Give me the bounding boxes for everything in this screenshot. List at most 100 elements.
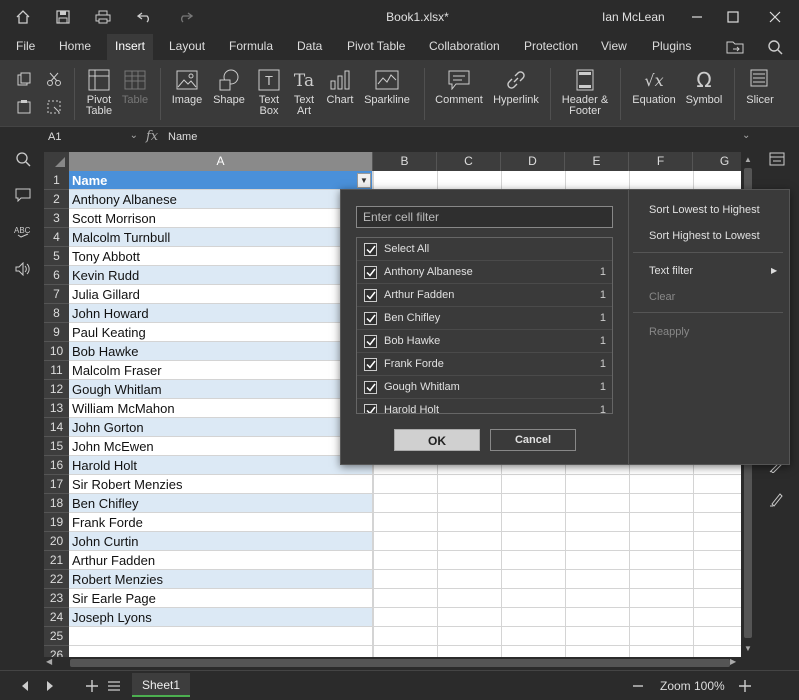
chevron-down-icon[interactable]: ⌄ <box>130 130 138 141</box>
hyperlink-button[interactable]: Hyperlink <box>490 68 542 106</box>
name-box[interactable]: A1 ⌄ <box>44 129 142 147</box>
cell-a[interactable] <box>69 627 373 646</box>
row-header[interactable]: 22 <box>44 570 69 589</box>
row-header[interactable]: 16 <box>44 456 69 475</box>
expand-formula-icon[interactable]: ⌄ <box>742 130 750 141</box>
filter-list-item[interactable]: Harold Holt 1 <box>357 399 612 413</box>
tab-collaboration[interactable]: Collaboration <box>421 34 508 60</box>
tab-plugins[interactable]: Plugins <box>644 34 699 60</box>
select-all-icon[interactable] <box>44 98 64 116</box>
formula-input[interactable]: Name <box>168 131 197 143</box>
save-icon[interactable] <box>50 6 76 28</box>
spellcheck-icon[interactable]: ABC <box>12 220 34 242</box>
horizontal-scrollbar[interactable]: ◀ ▶ <box>44 657 741 669</box>
column-header-c[interactable]: C <box>437 152 501 171</box>
cell-a[interactable]: John Howard <box>69 304 373 323</box>
checkbox-checked-icon[interactable] <box>364 381 377 394</box>
user-name[interactable]: Ian McLean <box>602 10 665 24</box>
row-header[interactable]: 25 <box>44 627 69 646</box>
sheet-list-icon[interactable] <box>104 676 124 696</box>
column-header-d[interactable]: D <box>501 152 565 171</box>
cell-filter-input[interactable] <box>356 206 613 228</box>
next-sheet-icon[interactable] <box>40 676 60 696</box>
chart-button[interactable]: Chart <box>324 68 356 106</box>
reapply-filter-item[interactable]: Reapply <box>649 326 689 338</box>
checkbox-checked-icon[interactable] <box>364 404 377 413</box>
slicer-button[interactable]: Slicer <box>742 68 778 106</box>
row-header[interactable]: 11 <box>44 361 69 380</box>
tab-formula[interactable]: Formula <box>221 34 281 60</box>
select-all-item[interactable]: Select All <box>357 238 612 261</box>
filter-list-item[interactable]: Arthur Fadden 1 <box>357 284 612 307</box>
filter-list-item[interactable]: Anthony Albanese 1 <box>357 261 612 284</box>
cell-a[interactable]: John Gorton <box>69 418 373 437</box>
clear-filter-item[interactable]: Clear <box>649 291 675 303</box>
row-header[interactable]: 8 <box>44 304 69 323</box>
filter-value-list[interactable]: Select All Anthony Albanese 1 Arthur Fadden… <box>356 237 613 414</box>
shape-button[interactable]: Shape <box>211 68 247 106</box>
row-header[interactable]: 2 <box>44 190 69 209</box>
add-sheet-icon[interactable] <box>82 676 102 696</box>
cell-a[interactable]: Ben Chifley <box>69 494 373 513</box>
header-cell-name[interactable]: Name <box>69 171 373 190</box>
row-header[interactable]: 23 <box>44 589 69 608</box>
cell-a[interactable]: Tony Abbott <box>69 247 373 266</box>
cell-a[interactable]: Paul Keating <box>69 323 373 342</box>
checkbox-checked-icon[interactable] <box>364 335 377 348</box>
tab-file[interactable]: File <box>8 34 43 60</box>
row-header[interactable]: 12 <box>44 380 69 399</box>
image-button[interactable]: Image <box>168 68 206 106</box>
cell-a[interactable]: Robert Menzies <box>69 570 373 589</box>
row-header[interactable]: 18 <box>44 494 69 513</box>
checkbox-checked-icon[interactable] <box>364 266 377 279</box>
horizontal-scroll-thumb[interactable] <box>70 659 730 667</box>
row-header[interactable]: 19 <box>44 513 69 532</box>
cell-a[interactable]: John McEwen <box>69 437 373 456</box>
symbol-button[interactable]: Ω Symbol <box>683 68 725 106</box>
filter-list-item[interactable]: Ben Chifley 1 <box>357 307 612 330</box>
row-header[interactable]: 3 <box>44 209 69 228</box>
sparkline-button[interactable]: Sparkline <box>361 68 413 106</box>
zoom-out-icon[interactable] <box>628 676 648 696</box>
text-art-button[interactable]: Ta Text Art <box>289 68 319 117</box>
paste-icon[interactable] <box>14 98 34 116</box>
cell-a[interactable]: Gough Whitlam <box>69 380 373 399</box>
maximize-icon[interactable] <box>718 6 748 28</box>
row-header[interactable]: 21 <box>44 551 69 570</box>
cell-a[interactable]: John Curtin <box>69 532 373 551</box>
scroll-up-icon[interactable]: ▲ <box>744 155 752 164</box>
tab-insert[interactable]: Insert <box>107 34 154 60</box>
cell-settings-icon[interactable] <box>766 148 788 170</box>
pen-icon[interactable] <box>766 488 788 510</box>
select-all-corner[interactable] <box>44 152 69 171</box>
scroll-down-icon[interactable]: ▼ <box>744 644 752 653</box>
find-icon[interactable] <box>12 148 34 170</box>
cell-a[interactable]: Kevin Rudd <box>69 266 373 285</box>
tab-view[interactable]: View <box>593 34 635 60</box>
row-header[interactable]: 9 <box>44 323 69 342</box>
cell-a[interactable]: William McMahon <box>69 399 373 418</box>
zoom-in-icon[interactable] <box>735 676 755 696</box>
row-header[interactable]: 5 <box>44 247 69 266</box>
minimize-icon[interactable] <box>682 6 712 28</box>
comment-button[interactable]: Comment <box>432 68 486 106</box>
speaker-icon[interactable] <box>12 258 34 280</box>
comments-icon[interactable] <box>12 184 34 206</box>
cell-a[interactable]: Malcolm Turnbull <box>69 228 373 247</box>
filter-dropdown-icon[interactable]: ▼ <box>357 173 371 188</box>
row-header[interactable]: 10 <box>44 342 69 361</box>
checkbox-checked-icon[interactable] <box>364 289 377 302</box>
column-header-a[interactable]: A <box>69 152 373 171</box>
cancel-button[interactable]: Cancel <box>490 429 576 451</box>
row-header[interactable]: 20 <box>44 532 69 551</box>
scroll-left-icon[interactable]: ◀ <box>46 657 52 666</box>
tab-home[interactable]: Home <box>51 34 99 60</box>
checkbox-checked-icon[interactable] <box>364 243 377 256</box>
sheet-tab-sheet1[interactable]: Sheet1 <box>132 673 190 697</box>
filter-list-item[interactable]: Frank Forde 1 <box>357 353 612 376</box>
function-icon[interactable]: fx <box>146 129 158 144</box>
tab-data[interactable]: Data <box>289 34 330 60</box>
text-box-button[interactable]: T Text Box <box>254 68 284 117</box>
tab-layout[interactable]: Layout <box>161 34 213 60</box>
filter-list-item[interactable]: Gough Whitlam 1 <box>357 376 612 399</box>
